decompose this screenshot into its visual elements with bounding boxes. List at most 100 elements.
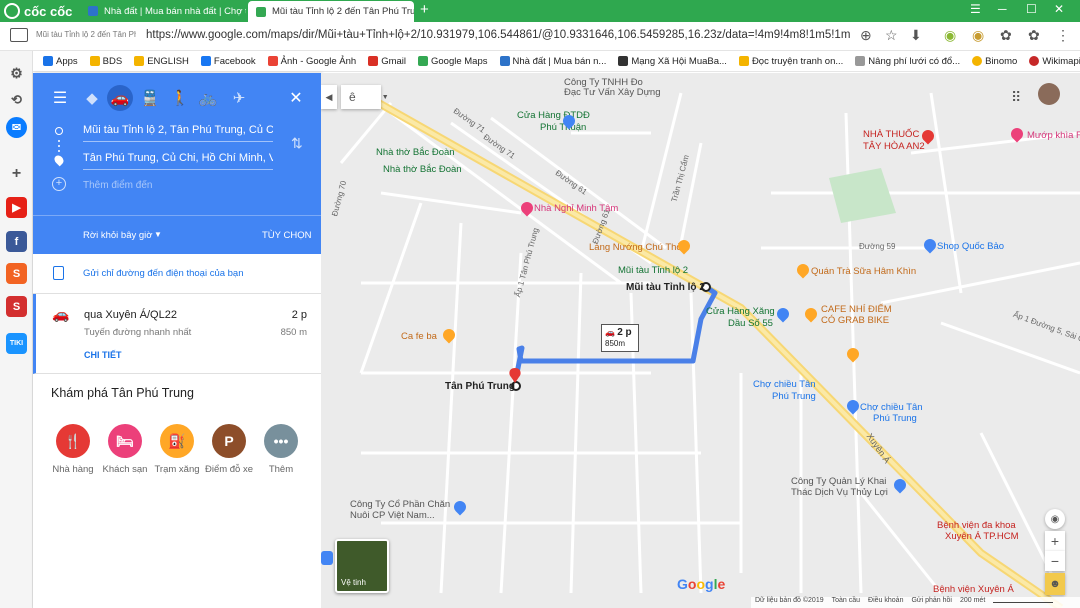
- place-label[interactable]: Mũi tàu Tỉnh lộ 2: [618, 265, 688, 276]
- bookmark-folder[interactable]: ENGLISH: [134, 56, 189, 67]
- url-input[interactable]: https://www.google.com/maps/dir/Mũi+tàu+…: [146, 29, 851, 41]
- place-label[interactable]: Nhà thờ Bắc Đoàn: [383, 164, 462, 175]
- sidebar-toggle-icon[interactable]: [10, 28, 28, 42]
- maximize-icon[interactable]: ☐: [1026, 2, 1037, 16]
- tiki-icon[interactable]: TIKI: [6, 333, 27, 354]
- feedback-link[interactable]: Gửi phản hồi: [911, 597, 952, 608]
- place-label[interactable]: Chợ chiều Tân: [860, 402, 923, 413]
- map-canvas[interactable]: ◀ ê ▼ ⠿ 🚗 2 p 850m Công Ty TNHH Đo Đạc Tư…: [321, 73, 1080, 608]
- bookmark-gmail[interactable]: Gmail: [368, 56, 406, 67]
- street-view-pegman-icon[interactable]: ☻: [1045, 573, 1065, 595]
- place-label[interactable]: Thác Dịch Vụ Thủy Lợi: [791, 487, 888, 498]
- bookmark-wikimapia[interactable]: Wikimapia - Hãy cù...: [1029, 56, 1080, 67]
- apps-grid-icon[interactable]: ⠿: [1011, 89, 1021, 106]
- extension-icon[interactable]: ◉: [944, 27, 956, 44]
- global-link[interactable]: Toàn cầu: [832, 597, 860, 608]
- place-label[interactable]: Chợ chiều Tân: [753, 379, 816, 390]
- place-label[interactable]: Phú Trung: [873, 413, 917, 424]
- language-select[interactable]: ê ▼: [341, 85, 389, 109]
- place-label[interactable]: Đạc Tư Vấn Xây Dựng: [564, 87, 661, 98]
- bookmark-google-maps[interactable]: Google Maps: [418, 56, 488, 67]
- place-label[interactable]: Công Ty Quản Lý Khai: [791, 476, 886, 487]
- place-label[interactable]: Nuôi CP Việt Nam...: [350, 510, 435, 521]
- zoom-out-button[interactable]: −: [1045, 551, 1065, 571]
- zoom-in-button[interactable]: +: [1045, 531, 1065, 551]
- best-route-icon[interactable]: ◆: [81, 87, 103, 109]
- place-label[interactable]: Shop Quốc Bảo: [937, 241, 1004, 252]
- scale-label[interactable]: 200 mét: [960, 597, 985, 608]
- origin-input[interactable]: Mũi tàu Tỉnh lộ 2, Tân Phú Trung, Củ Chi: [83, 124, 273, 142]
- browser-menu-icon[interactable]: ☰: [970, 2, 981, 16]
- place-label[interactable]: Nhà thờ Bắc Đoàn: [376, 147, 455, 158]
- download-icon[interactable]: ⬇: [910, 27, 922, 44]
- extension-icon[interactable]: ✿: [1000, 27, 1012, 44]
- place-label[interactable]: Phú Trung: [772, 391, 816, 402]
- transit-mode-icon[interactable]: 🚆: [139, 87, 161, 109]
- place-label[interactable]: TÂY HÒA AN2: [863, 141, 925, 152]
- send-to-phone-row[interactable]: Gửi chỉ đường đến điện thoại của bạn: [33, 254, 321, 294]
- bookmark-star-icon[interactable]: ☆: [885, 27, 898, 44]
- add-destination-label[interactable]: Thêm điểm đến: [83, 180, 152, 191]
- messenger-icon[interactable]: ✉: [6, 117, 27, 138]
- route-duration-box[interactable]: 🚗 2 p 850m: [601, 324, 639, 352]
- swap-icon[interactable]: ⇅: [291, 135, 303, 152]
- browser-brand[interactable]: cốc cốc: [0, 0, 78, 22]
- bookmark-nha-dat[interactable]: Nhà đất | Mua bán n...: [499, 56, 606, 67]
- my-location-icon[interactable]: ◉: [1045, 509, 1065, 529]
- place-label[interactable]: Bệnh viện đa khoa: [937, 520, 1016, 531]
- sendo-icon[interactable]: S: [6, 296, 27, 317]
- add-icon[interactable]: ⊕: [860, 27, 872, 44]
- collapse-panel-button[interactable]: ◀: [321, 85, 337, 109]
- place-label[interactable]: Mướp khìa R: [1027, 130, 1080, 141]
- flight-mode-icon[interactable]: ✈: [228, 87, 250, 109]
- bookmark-apps[interactable]: Apps: [43, 56, 78, 67]
- category-parking[interactable]: P Điểm đỗ xe: [200, 424, 258, 475]
- bookmark-facebook[interactable]: Facebook: [200, 56, 256, 67]
- place-label[interactable]: Quán Trà Sữa Hâm Khìn: [811, 266, 916, 277]
- minimize-icon[interactable]: ─: [998, 2, 1007, 16]
- youtube-icon[interactable]: ▶: [6, 197, 27, 218]
- bookmark-photos[interactable]: Ảnh - Google Ảnh: [267, 56, 356, 67]
- route-option-card[interactable]: 🚗 qua Xuyên Á/QL22 2 p Tuyến đường nhanh…: [33, 294, 321, 374]
- bookmark-binomo[interactable]: Binomo: [972, 56, 1017, 67]
- tab-nha-dat[interactable]: Nhà đất | Mua bán nhà đất | Chợ t ✕: [80, 0, 246, 22]
- destination-input[interactable]: Tân Phú Trung, Củ Chi, Hồ Chí Minh, Việ: [83, 152, 273, 170]
- menu-icon[interactable]: ☰: [49, 87, 71, 109]
- details-button[interactable]: CHI TIẾT: [84, 350, 122, 360]
- history-icon[interactable]: ⟲: [6, 89, 27, 110]
- new-tab-button[interactable]: +: [420, 1, 429, 18]
- category-restaurants[interactable]: 🍴 Nhà hàng: [44, 424, 102, 475]
- options-button[interactable]: TÙY CHỌN: [262, 230, 311, 241]
- place-label[interactable]: Cửa Hàng Xăng: [706, 306, 775, 317]
- category-hotels[interactable]: 🛏 Khách sạn: [96, 424, 154, 475]
- driving-mode-icon[interactable]: 🚗: [107, 85, 133, 111]
- place-label[interactable]: Công Ty Cổ Phần Chăn: [350, 499, 450, 510]
- place-label[interactable]: Dầu Số 55: [728, 318, 773, 329]
- user-avatar[interactable]: [1038, 83, 1060, 105]
- add-app-icon[interactable]: +: [6, 163, 27, 184]
- walking-mode-icon[interactable]: 🚶: [169, 87, 191, 109]
- tab-google-maps[interactable]: Mũi tàu Tỉnh lộ 2 đến Tân Phú Trư ✕: [248, 1, 414, 22]
- place-label[interactable]: Bệnh viện Xuyên Á: [933, 584, 1014, 595]
- add-stop-icon[interactable]: +: [52, 177, 66, 191]
- place-label[interactable]: CAFE NHÍ ĐIỂM: [821, 304, 892, 315]
- extension-icon[interactable]: ✿: [1028, 27, 1040, 44]
- bookmark-folder[interactable]: BDS: [89, 56, 122, 67]
- place-label[interactable]: Cửa Hàng ĐTDĐ: [517, 110, 590, 121]
- category-gas-stations[interactable]: ⛽ Trạm xăng: [148, 424, 206, 475]
- close-directions-icon[interactable]: ✕: [285, 87, 307, 109]
- terms-link[interactable]: Điều khoản: [868, 597, 903, 608]
- place-label[interactable]: NHÀ THUỐC: [863, 129, 919, 140]
- category-more[interactable]: ••• Thêm: [252, 424, 310, 475]
- cycling-mode-icon[interactable]: 🚲: [197, 87, 219, 109]
- close-window-icon[interactable]: ✕: [1054, 2, 1064, 16]
- expand-layers-icon[interactable]: [321, 551, 333, 565]
- shopee-icon[interactable]: S: [6, 263, 27, 284]
- settings-gear-icon[interactable]: ⚙: [6, 63, 27, 84]
- place-label[interactable]: Làng Nướng Chú Thỏ: [589, 242, 682, 253]
- place-label[interactable]: Xuyên Á TP.HCM: [945, 531, 1019, 542]
- bookmark-muaban[interactable]: Mạng Xã Hội MuaBa...: [618, 56, 727, 67]
- more-icon[interactable]: ⋮: [1056, 27, 1070, 44]
- leave-now-dropdown[interactable]: Rời khỏi bây giờ: [83, 230, 153, 241]
- origin-label[interactable]: Mũi tàu Tỉnh lộ 2: [626, 282, 705, 293]
